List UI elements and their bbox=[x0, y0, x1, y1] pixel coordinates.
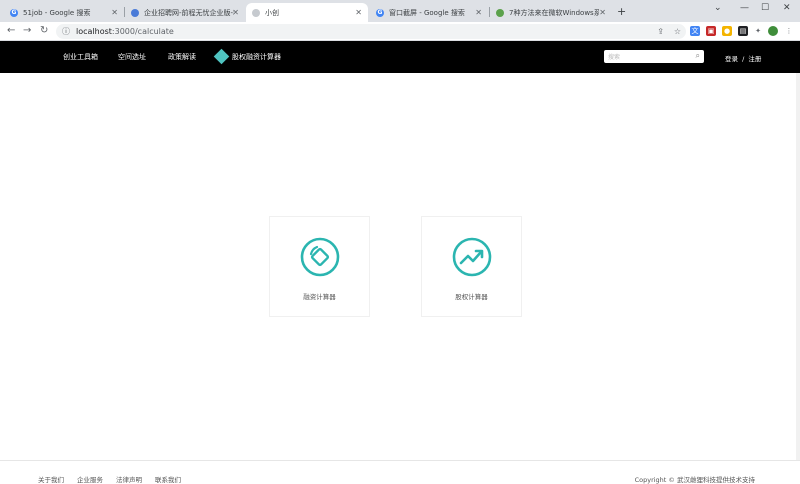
browser-tab-4[interactable]: G 窗口截屏 - Google 搜索 ✕ bbox=[370, 3, 488, 22]
globe-icon bbox=[252, 8, 260, 17]
new-tab-button[interactable]: + bbox=[617, 5, 626, 18]
auth-links: 登录 / 注册 bbox=[725, 53, 761, 63]
close-icon[interactable]: ✕ bbox=[111, 8, 118, 17]
search-input[interactable]: 搜索 ⌕ bbox=[604, 50, 704, 63]
browser-toolbar: ← → ↻ ⓘ localhost:3000/calculate ⇪ ☆ 文 ▣… bbox=[0, 22, 800, 41]
tab-title: 51job - Google 搜索 bbox=[23, 8, 91, 17]
close-icon[interactable]: ✕ bbox=[355, 8, 362, 17]
search-placeholder: 搜索 bbox=[608, 54, 621, 61]
avatar[interactable] bbox=[768, 26, 778, 36]
close-icon[interactable]: ✕ bbox=[599, 8, 606, 17]
close-icon[interactable]: ✕ bbox=[475, 8, 482, 17]
tab-title: 小创 bbox=[265, 8, 279, 17]
nav-item-location[interactable]: 空间选址 bbox=[118, 52, 146, 62]
search-icon[interactable]: ⌕ bbox=[696, 51, 700, 61]
nav-item-equity-calculator[interactable]: 股权融资计算器 bbox=[232, 52, 281, 62]
close-icon[interactable]: ✕ bbox=[232, 8, 239, 17]
footer-link-legal[interactable]: 法律声明 bbox=[116, 474, 142, 484]
register-link[interactable]: 注册 bbox=[748, 55, 761, 63]
forward-icon[interactable]: → bbox=[23, 25, 31, 36]
scrollbar[interactable] bbox=[796, 73, 800, 460]
card-label: 融资计算器 bbox=[303, 293, 336, 301]
maximize-button[interactable]: ☐ bbox=[761, 3, 769, 13]
extension-icon[interactable]: ▣ bbox=[706, 26, 716, 36]
extension-icon[interactable]: ● bbox=[722, 26, 732, 36]
footer-link-services[interactable]: 企业服务 bbox=[77, 474, 103, 484]
star-icon[interactable]: ☆ bbox=[674, 27, 681, 36]
info-icon[interactable]: ⓘ bbox=[62, 26, 70, 37]
google-icon: G bbox=[10, 8, 18, 17]
browser-tab-5[interactable]: 7种方法来在微软Windows系统 ✕ bbox=[490, 3, 612, 22]
url-host: localhost bbox=[76, 27, 112, 36]
financing-icon bbox=[300, 237, 340, 277]
nav-item-toolbox[interactable]: 创业工具箱 bbox=[63, 52, 98, 62]
browser-tab-bar: G 51job - Google 搜索 ✕ 企业招聘网-前程无忧企业版-51j … bbox=[0, 0, 800, 22]
extension-icon[interactable]: ▤ bbox=[738, 26, 748, 36]
browser-tab-3-active[interactable]: 小创 ✕ bbox=[246, 3, 368, 22]
equity-calculator-card[interactable]: 股权计算器 bbox=[421, 216, 522, 317]
reload-icon[interactable]: ↻ bbox=[40, 25, 48, 36]
share-icon[interactable]: ⇪ bbox=[657, 27, 664, 36]
footer: 关于我们 企业服务 法律声明 联系我们 Copyright © 武汉雌狸科技提供… bbox=[0, 460, 800, 484]
trend-icon bbox=[452, 237, 492, 277]
footer-link-contact[interactable]: 联系我们 bbox=[155, 474, 181, 484]
puzzle-icon[interactable]: ✦ bbox=[753, 26, 763, 36]
site-icon bbox=[496, 8, 504, 17]
flame-icon bbox=[131, 8, 139, 17]
close-window-button[interactable]: ✕ bbox=[783, 3, 791, 13]
footer-link-about[interactable]: 关于我们 bbox=[38, 474, 64, 484]
back-icon[interactable]: ← bbox=[7, 25, 15, 36]
translate-extension-icon[interactable]: 文 bbox=[690, 26, 700, 36]
tab-title: 窗口截屏 - Google 搜索 bbox=[389, 8, 465, 17]
address-bar[interactable]: ⓘ localhost:3000/calculate ⇪ ☆ bbox=[56, 24, 686, 39]
tab-title: 企业招聘网-前程无忧企业版-51j bbox=[144, 8, 234, 17]
minimize-button[interactable]: — bbox=[740, 3, 749, 13]
copyright-text: Copyright © 武汉雌狸科技提供技术支持 bbox=[634, 476, 755, 484]
menu-icon[interactable]: ⋮ bbox=[784, 26, 794, 36]
tab-title: 7种方法来在微软Windows系统 bbox=[509, 8, 599, 17]
financing-calculator-card[interactable]: 融资计算器 bbox=[269, 216, 370, 317]
login-link[interactable]: 登录 bbox=[725, 55, 738, 63]
url-path: :3000/calculate bbox=[111, 27, 174, 36]
nav-item-policy[interactable]: 政策解读 bbox=[168, 52, 196, 62]
google-icon: G bbox=[376, 8, 384, 17]
card-label: 股权计算器 bbox=[455, 293, 488, 301]
browser-tab-2[interactable]: 企业招聘网-前程无忧企业版-51j ✕ bbox=[125, 3, 245, 22]
browser-tab-1[interactable]: G 51job - Google 搜索 ✕ bbox=[4, 3, 124, 22]
chevron-down-icon[interactable]: ⌄ bbox=[714, 3, 722, 13]
auth-divider: / bbox=[742, 55, 745, 63]
